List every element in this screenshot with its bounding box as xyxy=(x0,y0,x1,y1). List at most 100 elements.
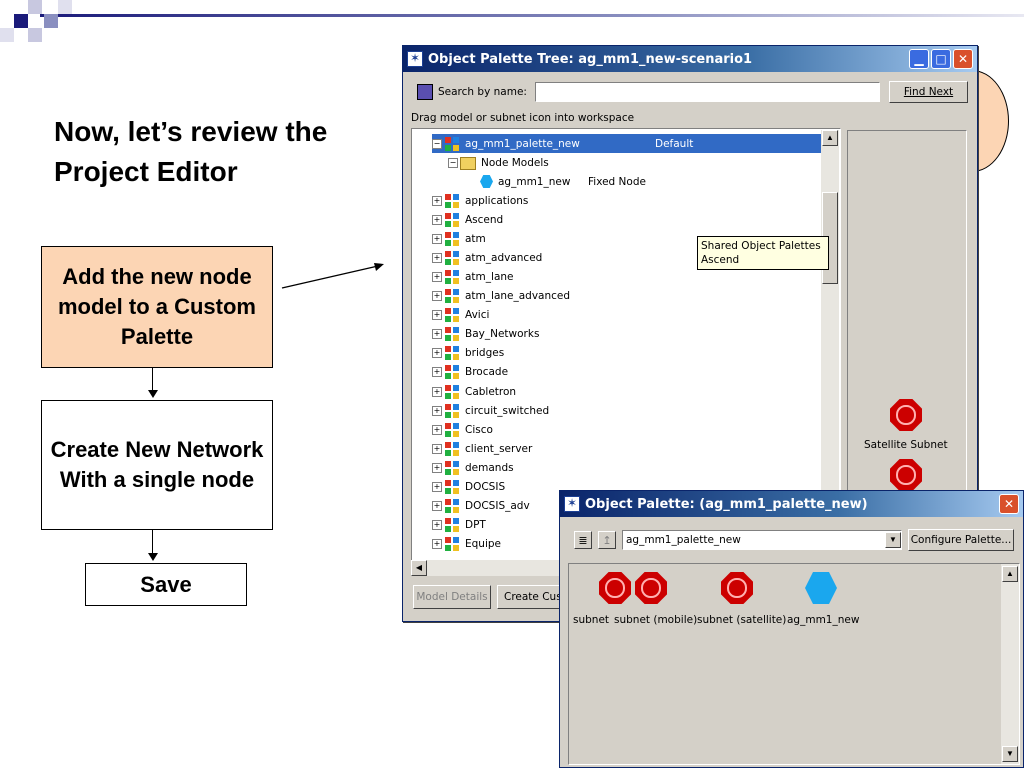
slide-top-bar xyxy=(40,14,1024,17)
search-input[interactable] xyxy=(535,82,880,102)
tree-row-folder[interactable]: − Node Models xyxy=(448,153,549,172)
collapse-icon[interactable]: − xyxy=(448,157,458,168)
tree-row-palette[interactable]: + Cabletron xyxy=(432,382,516,401)
tree-row-palette[interactable]: + atm_lane_advanced xyxy=(432,287,570,306)
scroll-left-icon[interactable]: ◀ xyxy=(411,560,427,576)
tree-row-palette[interactable]: + atm xyxy=(432,229,486,248)
tree-row-model[interactable]: ag_mm1_new Fixed Node xyxy=(480,172,646,191)
tree-item-label: Cabletron xyxy=(465,385,517,398)
tree-row-palette[interactable]: + circuit_switched xyxy=(432,401,549,420)
expand-icon[interactable]: + xyxy=(432,214,442,225)
palette-icon xyxy=(444,441,460,457)
palette-scrollbar[interactable]: ▲ ▼ xyxy=(1001,564,1019,764)
palette-icon xyxy=(444,345,460,361)
tree-row-palette[interactable]: + Ascend xyxy=(432,210,503,229)
tree-row-palette[interactable]: + Bay_Networks xyxy=(432,325,539,344)
close-icon[interactable]: ✕ xyxy=(953,49,973,69)
search-label: Search by name: xyxy=(438,86,527,98)
expand-icon[interactable]: + xyxy=(432,367,442,378)
tree-item-label: Ascend xyxy=(465,213,504,226)
tree-item-label: DPT xyxy=(465,519,486,532)
create-custom-palette-button[interactable]: Create Cust xyxy=(497,585,567,609)
expand-icon[interactable]: + xyxy=(432,291,442,301)
palette-icon xyxy=(444,536,460,552)
palette-icon-label: ag_mm1_new xyxy=(787,614,860,626)
expand-icon[interactable]: + xyxy=(432,386,442,397)
tree-item-label: atm xyxy=(465,232,486,245)
tree-item-label: circuit_switched xyxy=(465,404,550,417)
expand-icon[interactable]: + xyxy=(432,310,442,321)
folder-label: Node Models xyxy=(481,156,549,169)
find-next-button[interactable]: Find Next xyxy=(889,81,968,103)
tree-item-label: applications xyxy=(465,194,529,207)
tree-row-palette[interactable]: + client_server xyxy=(432,439,532,458)
expand-icon[interactable]: + xyxy=(432,443,442,454)
scroll-up-icon[interactable]: ▲ xyxy=(1002,566,1018,582)
tree-row-palette[interactable]: + atm_advanced xyxy=(432,248,542,267)
tree-item-label: bridges xyxy=(465,347,505,360)
model-name: ag_mm1_new xyxy=(498,175,571,188)
flow-box-save: Save xyxy=(85,563,247,606)
scroll-down-icon[interactable]: ▼ xyxy=(1002,746,1018,762)
expand-icon[interactable]: + xyxy=(432,329,442,340)
palette-icon xyxy=(444,326,460,342)
palette-tree-title: Object Palette Tree: ag_mm1_new-scenario… xyxy=(428,51,753,67)
tree-row-palette[interactable]: + bridges xyxy=(432,344,504,363)
palette-select[interactable]: ag_mm1_palette_new ▼ xyxy=(622,530,902,550)
up-level-icon[interactable]: ↥ xyxy=(598,531,616,549)
model-details-button[interactable]: Model Details xyxy=(413,585,491,609)
tree-row-palette[interactable]: + Cisco xyxy=(432,420,493,439)
expand-icon[interactable]: + xyxy=(432,348,442,359)
drag-instruction: Drag model or subnet icon into workspace xyxy=(411,112,635,124)
node-model-icon[interactable] xyxy=(805,572,837,604)
dropdown-icon[interactable]: ▼ xyxy=(885,532,901,548)
expand-icon[interactable]: + xyxy=(432,195,442,206)
object-palette-window: ✶ Object Palette: (ag_mm1_palette_new) ✕… xyxy=(559,490,1024,768)
palette-tree-titlebar[interactable]: ✶ Object Palette Tree: ag_mm1_new-scenar… xyxy=(403,46,977,72)
expand-icon[interactable]: + xyxy=(432,520,442,531)
flow-arrowhead xyxy=(148,390,158,398)
expand-icon[interactable]: + xyxy=(432,233,442,244)
tree-row-palette[interactable]: + atm_lane xyxy=(432,267,514,286)
tooltip-line2: Ascend xyxy=(701,254,740,266)
tree-item-label: DOCSIS_adv xyxy=(465,500,530,513)
palette-icon xyxy=(444,269,460,285)
expand-icon[interactable]: + xyxy=(432,462,442,473)
expand-icon[interactable]: + xyxy=(432,501,442,512)
expand-icon[interactable]: + xyxy=(432,252,442,263)
tree-item-label: atm_lane_advanced xyxy=(465,290,571,302)
tree-item-label: Cisco xyxy=(465,423,493,436)
expand-icon[interactable]: + xyxy=(432,271,442,282)
minimize-icon[interactable]: ▁ xyxy=(909,49,929,69)
palette-icon-label: subnet (mobile) xyxy=(614,614,698,626)
configure-palette-button[interactable]: Configure Palette... xyxy=(908,529,1014,551)
subnet-satellite-icon[interactable] xyxy=(721,572,753,604)
tree-row-palette[interactable]: + DOCSIS_adv xyxy=(432,497,530,516)
maximize-icon[interactable]: □ xyxy=(931,49,951,69)
model-type: Fixed Node xyxy=(588,175,646,188)
tree-row-selected[interactable]: − ag_mm1_palette_new Default xyxy=(432,134,824,153)
expand-icon[interactable]: + xyxy=(432,482,442,492)
tree-row-palette[interactable]: + Brocade xyxy=(432,363,508,382)
expand-icon[interactable]: + xyxy=(432,539,442,550)
collapse-icon[interactable]: − xyxy=(432,138,442,149)
tree-row-palette[interactable]: + DOCSIS xyxy=(432,478,505,497)
object-palette-titlebar[interactable]: ✶ Object Palette: (ag_mm1_palette_new) ✕ xyxy=(560,491,1023,517)
list-view-icon[interactable]: ≣ xyxy=(574,531,592,549)
expand-icon[interactable]: + xyxy=(432,405,442,416)
tree-row-palette[interactable]: + demands xyxy=(432,458,514,477)
scroll-up-icon[interactable]: ▲ xyxy=(822,130,838,146)
tree-row-palette[interactable]: + applications xyxy=(432,191,528,210)
tree-row-palette[interactable]: + Avici xyxy=(432,306,489,325)
subnet-mobile-icon[interactable] xyxy=(635,572,667,604)
pointer-arrow xyxy=(281,263,384,289)
flow-arrowhead xyxy=(148,553,158,561)
opnet-star-icon: ✶ xyxy=(407,51,423,67)
tree-item-label: client_server xyxy=(465,442,533,455)
tree-row-palette[interactable]: + Equipe xyxy=(432,535,501,554)
expand-icon[interactable]: + xyxy=(432,424,442,435)
subnet-icon[interactable] xyxy=(599,572,631,604)
tree-row-palette[interactable]: + DPT xyxy=(432,516,486,535)
close-icon[interactable]: ✕ xyxy=(999,494,1019,514)
decor-square xyxy=(28,28,42,42)
